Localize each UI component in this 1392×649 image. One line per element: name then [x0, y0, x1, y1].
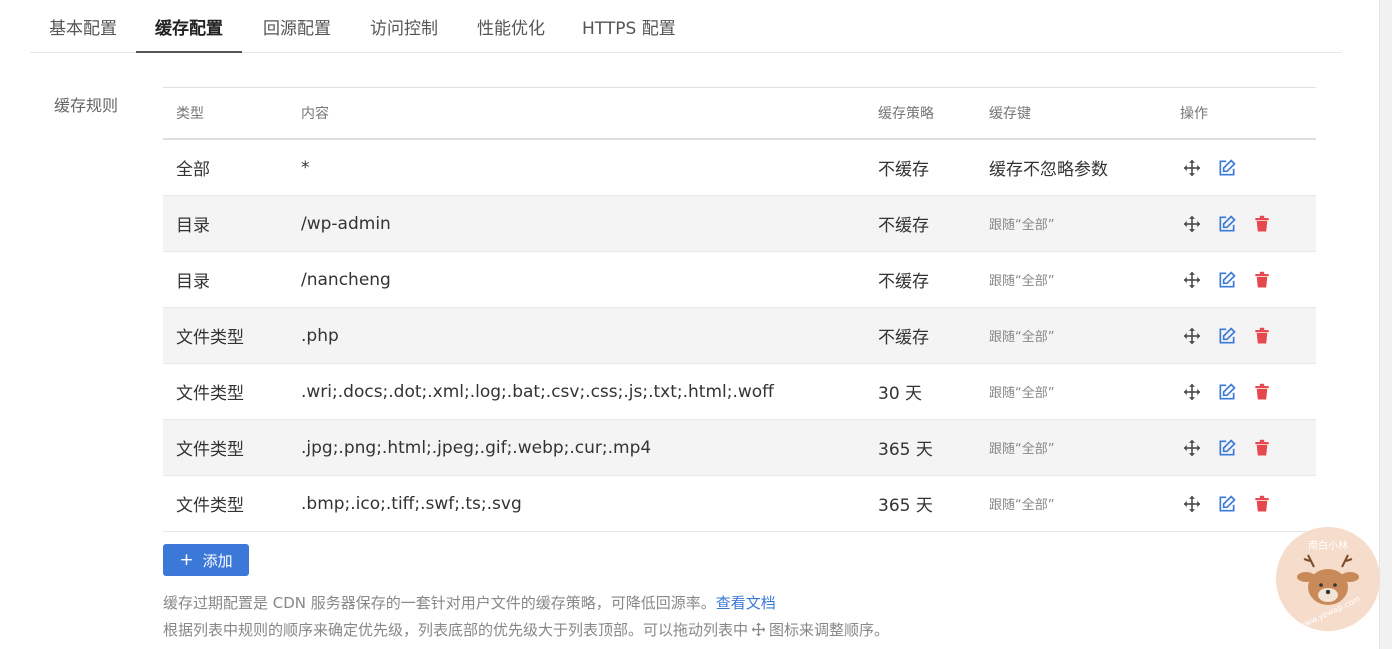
row-policy: 不缓存 — [878, 328, 929, 348]
edit-icon[interactable] — [1215, 492, 1239, 516]
table-row: 目录/nancheng 不缓存 跟随“全部” — [163, 252, 1316, 308]
table-row: 文件类型 .jpg;.png;.html;.jpeg;.gif;.webp;.cu… — [163, 420, 1316, 476]
edit-icon[interactable] — [1215, 436, 1239, 460]
row-cache-key: 跟随“全部” — [989, 442, 1055, 457]
row-content: /nancheng — [301, 269, 391, 290]
row-content: .php — [301, 325, 339, 346]
header-policy: 缓存策略 — [878, 106, 934, 122]
table-row: 全部 * 不缓存 缓存不忽略参数 — [163, 140, 1316, 196]
move-icon[interactable] — [1180, 436, 1204, 460]
row-content: /wp-admin — [301, 213, 391, 234]
row-type: 目录 — [176, 272, 210, 292]
row-actions — [1180, 476, 1285, 531]
note-line-2-text: 根据列表中规则的顺序来确定优先级，列表底部的优先级大于列表顶部。可以拖动列表中 — [163, 621, 749, 639]
move-icon[interactable] — [1180, 324, 1204, 348]
note-line-1: 缓存过期配置是 CDN 服务器保存的一套针对用户文件的缓存策略，可降低回源率。查… — [163, 592, 776, 613]
edit-icon[interactable] — [1215, 156, 1239, 180]
row-actions — [1180, 364, 1285, 419]
section-label: 缓存规则 — [54, 96, 119, 115]
row-cache-key: 缓存不忽略参数 — [989, 160, 1108, 180]
watermark-logo: 南白小林 www.yowap.com — [1276, 527, 1380, 631]
tab-bar: 基本配置 缓存配置 回源配置 访问控制 性能优化 HTTPS 配置 — [30, 0, 1342, 53]
row-actions — [1180, 140, 1250, 195]
tab-access-control[interactable]: 访问控制 — [368, 0, 440, 52]
row-type: 目录 — [176, 216, 210, 236]
trash-icon[interactable] — [1250, 324, 1274, 348]
header-key: 缓存键 — [989, 106, 1031, 122]
row-actions — [1180, 196, 1285, 251]
move-icon[interactable] — [1180, 492, 1204, 516]
tab-https-config[interactable]: HTTPS 配置 — [582, 0, 676, 52]
row-cache-key: 跟随“全部” — [989, 274, 1055, 289]
tab-cache-config[interactable]: 缓存配置 — [136, 0, 242, 53]
row-actions — [1180, 308, 1285, 363]
row-type: 文件类型 — [176, 496, 244, 516]
edit-icon[interactable] — [1215, 212, 1239, 236]
row-cache-key: 跟随“全部” — [989, 218, 1055, 233]
move-icon[interactable] — [1180, 380, 1204, 404]
move-icon[interactable] — [1180, 212, 1204, 236]
cache-rules-table: 类型 内容 缓存策略 缓存键 操作 全部 * 不缓存 缓存不忽略参数目录/wp-adm… — [163, 87, 1316, 532]
row-actions — [1180, 420, 1285, 475]
row-cache-key: 跟随“全部” — [989, 386, 1055, 401]
table-header: 类型 内容 缓存策略 缓存键 操作 — [163, 88, 1316, 140]
header-content: 内容 — [301, 106, 329, 122]
row-content: .bmp;.ico;.tiff;.swf;.ts;.svg — [301, 493, 522, 514]
header-ops: 操作 — [1180, 106, 1208, 122]
row-type: 文件类型 — [176, 328, 244, 348]
row-policy: 365 天 — [878, 440, 933, 460]
row-content: * — [301, 157, 310, 178]
table-row: 文件类型 .bmp;.ico;.tiff;.swf;.ts;.svg 365 天 跟随… — [163, 476, 1316, 532]
trash-icon[interactable] — [1250, 268, 1274, 292]
move-icon[interactable] — [1180, 268, 1204, 292]
move-icon — [751, 622, 766, 641]
edit-icon[interactable] — [1215, 268, 1239, 292]
row-type: 文件类型 — [176, 440, 244, 460]
row-policy: 不缓存 — [878, 272, 929, 292]
row-policy: 365 天 — [878, 496, 933, 516]
plus-icon: + — [179, 550, 194, 570]
row-policy: 不缓存 — [878, 160, 929, 180]
table-row: 目录/wp-admin 不缓存 跟随“全部” — [163, 196, 1316, 252]
trash-icon[interactable] — [1250, 436, 1274, 460]
vertical-scrollbar[interactable] — [1379, 0, 1392, 649]
table-row: 文件类型 .wri;.docs;.dot;.xml;.log;.bat;.csv;… — [163, 364, 1316, 420]
row-actions — [1180, 252, 1285, 307]
edit-icon[interactable] — [1215, 380, 1239, 404]
row-type: 全部 — [176, 160, 210, 180]
table-row: 文件类型 .php 不缓存 跟随“全部” — [163, 308, 1316, 364]
note-line-2: 根据列表中规则的顺序来确定优先级，列表底部的优先级大于列表顶部。可以拖动列表中 图… — [163, 619, 889, 641]
move-icon[interactable] — [1180, 156, 1204, 180]
row-policy: 不缓存 — [878, 216, 929, 236]
row-policy: 30 天 — [878, 384, 923, 404]
add-button-label: 添加 — [202, 551, 233, 570]
edit-icon[interactable] — [1215, 324, 1239, 348]
note-line-2-tail: 图标来调整顺序。 — [769, 621, 890, 639]
tab-origin-config[interactable]: 回源配置 — [261, 0, 333, 52]
tab-basic-config[interactable]: 基本配置 — [47, 0, 119, 52]
header-type: 类型 — [176, 106, 204, 122]
tab-performance[interactable]: 性能优化 — [475, 0, 547, 52]
trash-icon[interactable] — [1250, 380, 1274, 404]
row-content: .jpg;.png;.html;.jpeg;.gif;.webp;.cur;.m… — [301, 437, 652, 458]
trash-icon[interactable] — [1250, 492, 1274, 516]
note-line-1-text: 缓存过期配置是 CDN 服务器保存的一套针对用户文件的缓存策略，可降低回源率。 — [163, 594, 716, 612]
row-type: 文件类型 — [176, 384, 244, 404]
trash-icon[interactable] — [1250, 212, 1274, 236]
view-docs-link[interactable]: 查看文档 — [716, 594, 776, 612]
row-cache-key: 跟随“全部” — [989, 498, 1055, 513]
row-cache-key: 跟随“全部” — [989, 330, 1055, 345]
row-content: .wri;.docs;.dot;.xml;.log;.bat;.csv;.css… — [301, 381, 774, 402]
add-button[interactable]: + 添加 — [163, 544, 249, 576]
